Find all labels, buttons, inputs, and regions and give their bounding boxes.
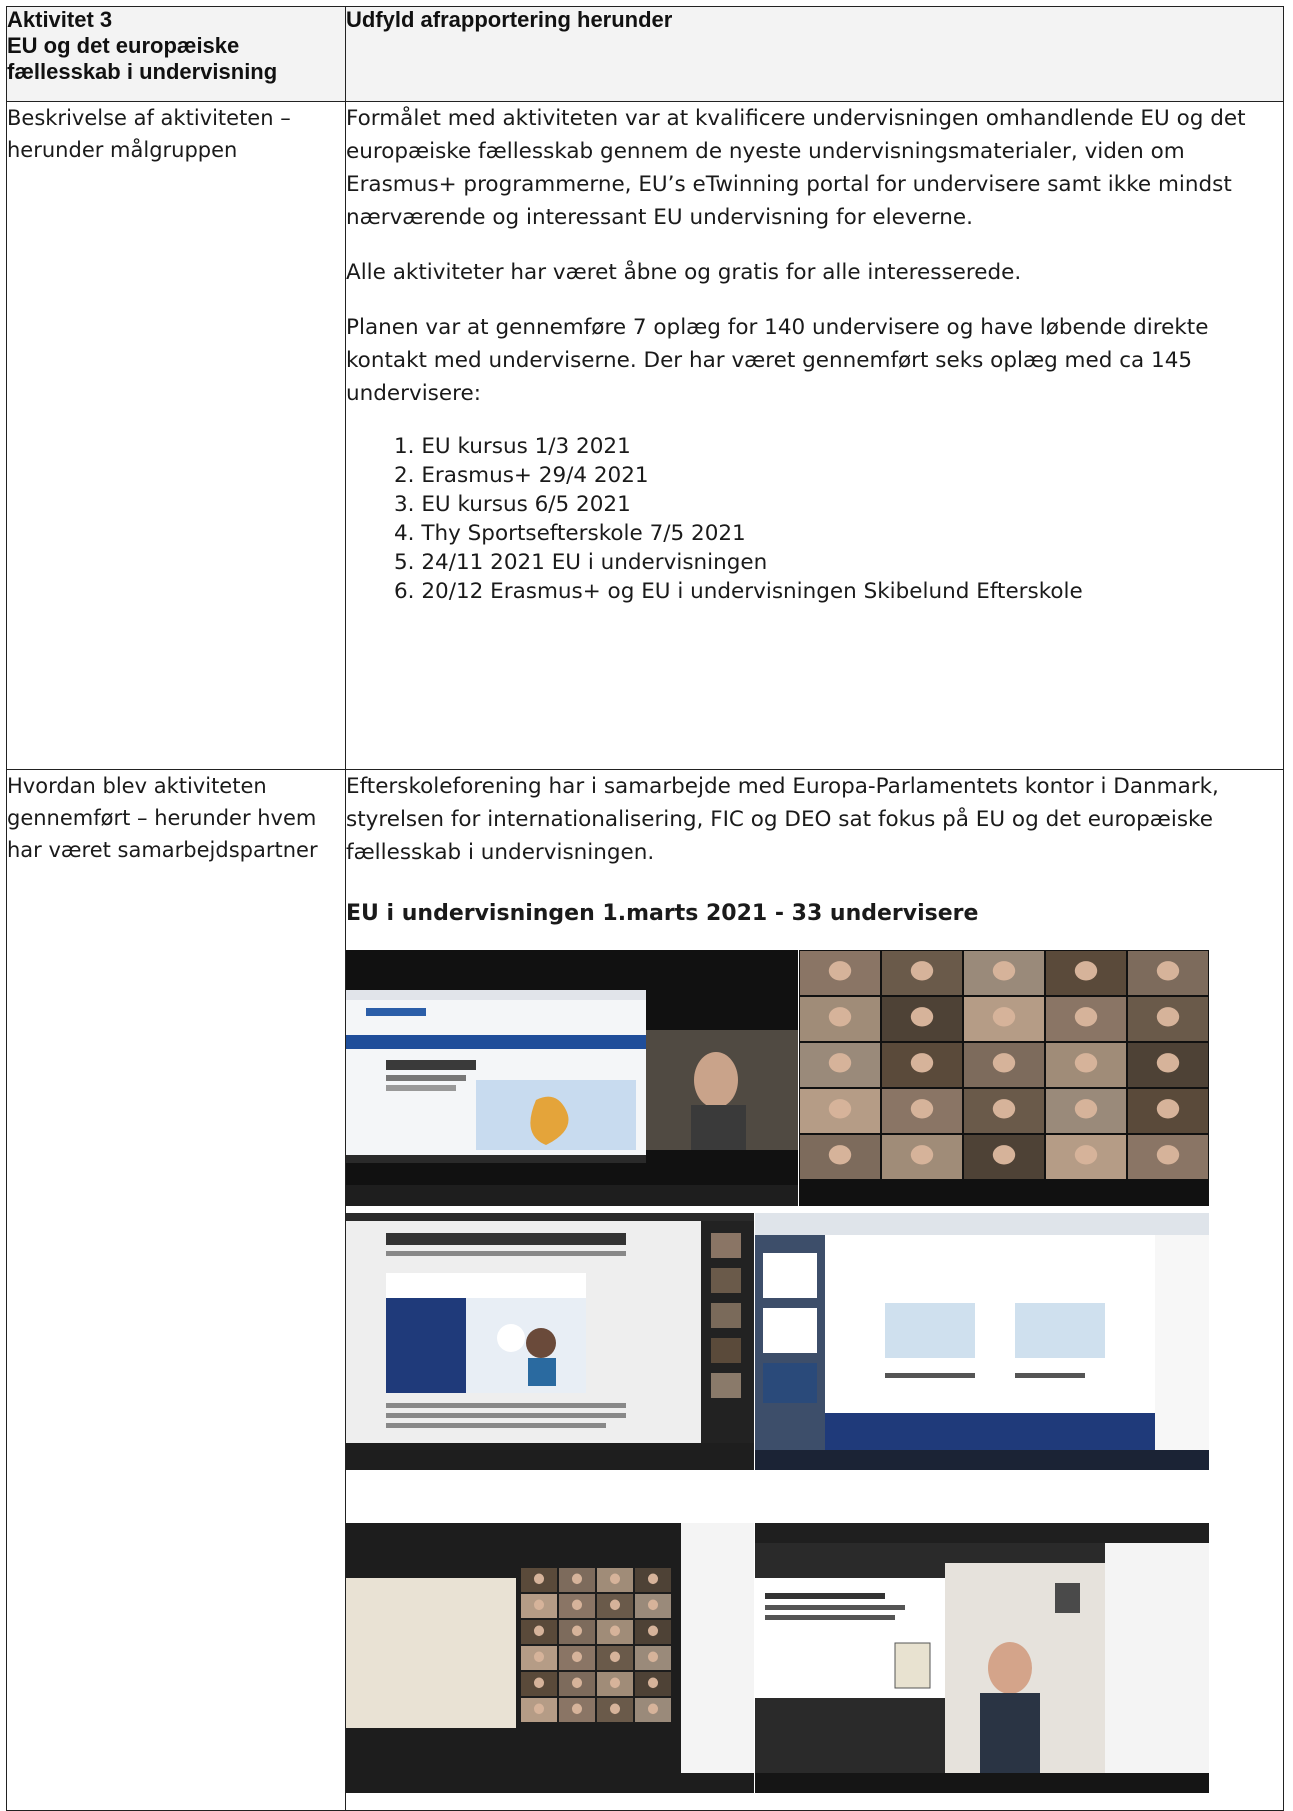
screenshot-etwinning-presentation [346, 950, 798, 1206]
report-instruction: Udfyld afrapportering herunder [346, 7, 673, 32]
screenshot-speaker-slide [755, 1523, 1209, 1793]
screenshot-participant-gallery [799, 950, 1209, 1206]
implementation-label-cell: Hvordan blev aktiviteten gennemført – he… [6, 769, 346, 1811]
screenshot-padlet-gallery [346, 1523, 754, 1793]
purpose-paragraph: Formålet med aktiviteten var at kvalific… [346, 106, 1246, 230]
list-item: 3. EU kursus 6/5 2021 [394, 492, 631, 517]
list-item: 5. 24/11 2021 EU i undervisningen [394, 550, 768, 575]
list-item: 2. Erasmus+ 29/4 2021 [394, 463, 649, 488]
list-item: 4. Thy Sportsefterskole 7/5 2021 [394, 521, 746, 546]
description-label: Beskrivelse af aktiviteten – herunder må… [7, 106, 291, 162]
list-item: 6. 20/12 Erasmus+ og EU i undervisningen… [394, 579, 1083, 604]
screenshot-collage [346, 950, 1283, 1810]
plan-paragraph: Planen var at gennemføre 7 oplæg for 140… [346, 315, 1209, 406]
partner-paragraph: Efterskoleforening har i samarbejde med … [346, 774, 1219, 865]
activity-header-cell: Aktivitet 3 EU og det europæiske fælless… [6, 6, 346, 102]
list-item: 1. EU kursus 1/3 2021 [394, 434, 631, 459]
session-heading: EU i undervisningen 1.marts 2021 - 33 un… [346, 901, 979, 926]
screenshot-undervisningsmateriale [755, 1213, 1209, 1470]
activity-title-line2: fællesskab i undervisning [7, 59, 278, 84]
implementation-label: Hvordan blev aktiviteten gennemført – he… [7, 774, 318, 862]
report-table: Aktivitet 3 EU og det europæiske fælless… [6, 6, 1284, 1811]
screenshot-europa-parlamentet [346, 1213, 754, 1470]
open-free-paragraph: Alle aktiviteter har været åbne og grati… [346, 260, 1022, 285]
course-list: 1. EU kursus 1/3 2021 2. Erasmus+ 29/4 2… [346, 432, 1283, 606]
activity-number: Aktivitet 3 [7, 7, 113, 32]
description-label-cell: Beskrivelse af aktiviteten – herunder må… [6, 101, 346, 770]
report-header-cell: Udfyld afrapportering herunder [345, 6, 1284, 102]
implementation-content-cell: Efterskoleforening har i samarbejde med … [345, 769, 1284, 1811]
description-content-cell: Formålet med aktiviteten var at kvalific… [345, 101, 1284, 770]
activity-title-line1: EU og det europæiske [7, 33, 240, 58]
